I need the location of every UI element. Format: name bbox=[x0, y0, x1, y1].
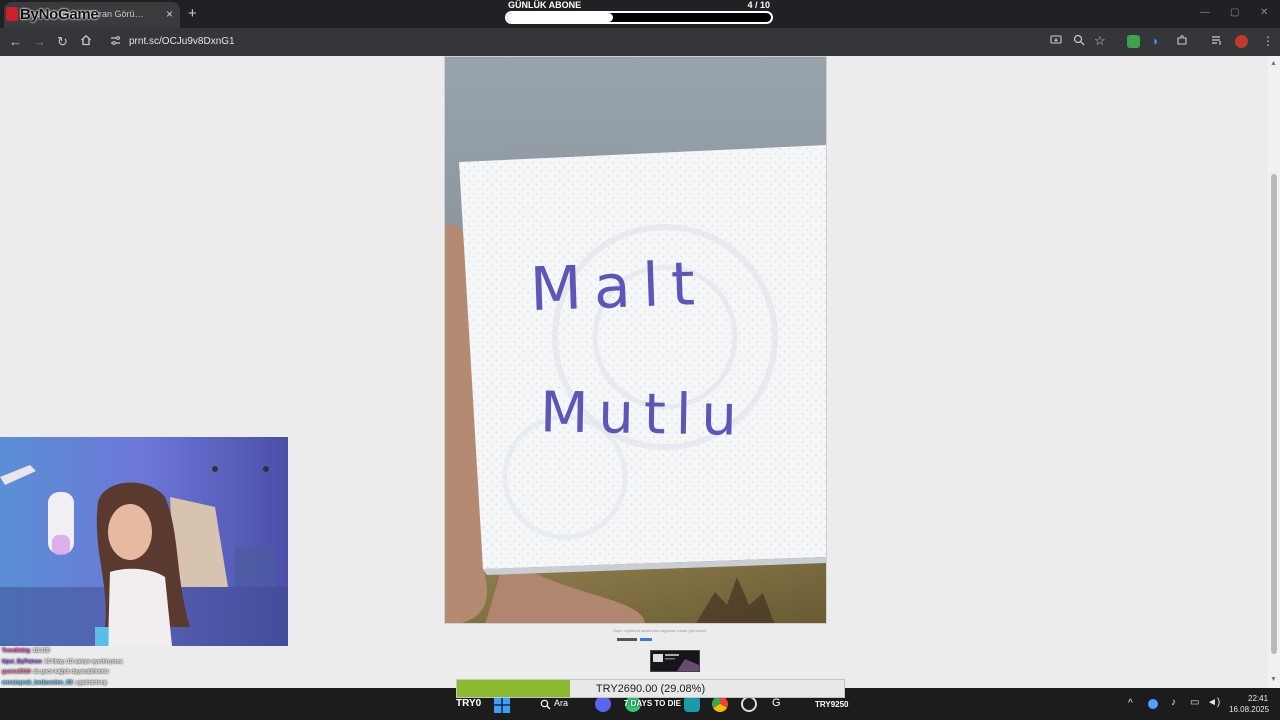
caption-link-left[interactable] bbox=[617, 638, 637, 641]
new-tab-icon[interactable]: + bbox=[188, 5, 197, 22]
goal-count: 4 / 10 bbox=[747, 0, 770, 10]
discord-icon[interactable] bbox=[595, 696, 611, 712]
taskbar-left-label: TRY0 bbox=[456, 698, 482, 709]
chat-text: : 18:100 bbox=[29, 648, 50, 654]
address-bar[interactable]: prnt.sc/OCJu9v8DxnG1 bbox=[104, 31, 1114, 53]
page-scrollbar[interactable]: ▲ ▼ bbox=[1268, 56, 1280, 688]
taskbar-app-label: 7 DAYS TO DIE bbox=[624, 699, 681, 708]
goal-label: GÜNLÜK ABONE bbox=[508, 0, 582, 10]
bynogame-mark-icon bbox=[6, 7, 18, 21]
home-icon[interactable] bbox=[80, 34, 92, 49]
clock-date[interactable]: 16.08.2025 bbox=[1229, 705, 1269, 714]
extension-audio-icon[interactable]: ◗ bbox=[1152, 34, 1159, 48]
donation-goal-bar: TRY2690.00 (29.08%) bbox=[456, 679, 845, 698]
photo-image bbox=[445, 57, 826, 623]
install-app-icon[interactable] bbox=[1050, 34, 1062, 49]
tray-network-app-icon[interactable] bbox=[1148, 699, 1158, 709]
webcam-image bbox=[0, 437, 288, 646]
reload-icon[interactable]: ↻ bbox=[57, 34, 68, 50]
lightshot-caption: Hayır Lightshot tarafından sağlanan ekra… bbox=[613, 628, 707, 633]
chrome-icon[interactable] bbox=[712, 696, 728, 712]
window-close-icon[interactable]: ✕ bbox=[1260, 7, 1268, 18]
minimize-icon[interactable]: — bbox=[1200, 7, 1210, 18]
taskbar-right-label: TRY9250 bbox=[815, 700, 849, 709]
bookmark-star-icon[interactable]: ☆ bbox=[1094, 33, 1106, 49]
forward-icon[interactable]: → bbox=[33, 34, 46, 49]
obs-icon[interactable] bbox=[741, 696, 757, 712]
menu-icon[interactable]: ⋮ bbox=[1262, 34, 1274, 48]
chat-text: : du gece kağıdı dayanabilirsiniz bbox=[30, 669, 109, 675]
chat-message: Upsi_ByPatron: 10 litrayı 10 saniye ayır… bbox=[2, 657, 302, 668]
zoom-icon[interactable] bbox=[1073, 34, 1085, 49]
goal-progress-fill bbox=[507, 13, 613, 22]
chat-message: Trendlebig: 18:100 bbox=[2, 646, 302, 657]
webcam-overlay bbox=[0, 437, 288, 646]
chat-username: Upsi_ByPatron bbox=[2, 658, 42, 665]
clock-time[interactable]: 22:41 bbox=[1248, 694, 1268, 703]
chat-message: enestoprak_bedaveden_68: ugashdchnqj bbox=[2, 678, 302, 689]
chat-username: gunes2010 bbox=[2, 669, 31, 675]
caption-link-right[interactable] bbox=[640, 638, 652, 641]
browser-toolbar: ← → ↻ prnt.sc/OCJu9v8DxnG1 ☆ ◗ ⋮ bbox=[0, 28, 1280, 56]
chat-username: enestoprak_bedaveden_68 bbox=[2, 679, 73, 686]
subscriber-goal: GÜNLÜK ABONE 4 / 10 bbox=[505, 0, 773, 26]
steam-icon[interactable] bbox=[684, 696, 700, 712]
scrollbar-thumb[interactable] bbox=[1271, 174, 1277, 654]
site-info-icon[interactable] bbox=[110, 35, 121, 49]
scroll-down-icon[interactable]: ▼ bbox=[1270, 676, 1277, 683]
tab-close-icon[interactable]: × bbox=[166, 7, 173, 21]
ad-banner-thumbnail[interactable] bbox=[650, 650, 700, 672]
extensions-icon[interactable] bbox=[1176, 34, 1188, 49]
media-control-icon[interactable] bbox=[1211, 34, 1223, 49]
goal-progress-bar bbox=[505, 11, 773, 24]
tray-expand-icon[interactable]: ^ bbox=[1128, 698, 1133, 709]
chat-username: Trendlebig bbox=[2, 648, 30, 654]
windows-start-icon[interactable] bbox=[494, 697, 510, 713]
donation-goal-text: TRY2690.00 (29.08%) bbox=[595, 683, 706, 695]
handwritten-line-2: Mutlu bbox=[539, 380, 748, 449]
screen: … tarafından Ekran Görü… × ByNoGame + GÜ… bbox=[0, 0, 1280, 720]
profile-avatar[interactable] bbox=[1235, 35, 1248, 48]
caption-links bbox=[617, 638, 653, 641]
display-icon[interactable]: ▭ bbox=[1190, 697, 1199, 708]
back-icon[interactable]: ← bbox=[9, 34, 22, 49]
microphone-icon[interactable]: ♪ bbox=[1171, 697, 1176, 708]
handwritten-line-1: Malt bbox=[528, 248, 708, 326]
bynogame-logo: ByNoGame bbox=[6, 6, 99, 23]
maximize-icon[interactable]: ▢ bbox=[1230, 7, 1239, 18]
chat-message: gunes2010: du gece kağıdı dayanabilirsin… bbox=[2, 667, 302, 678]
scroll-up-icon[interactable]: ▲ bbox=[1270, 60, 1277, 67]
screenshot-photo: Malt Mutlu bbox=[444, 56, 827, 624]
chat-text: : 10 litrayı 10 saniye ayırdırıyoruz bbox=[41, 658, 123, 665]
taskbar-search-icon bbox=[540, 697, 551, 715]
chat-text: : ugashdchnqj bbox=[72, 679, 107, 686]
taskbar-search-label: Ara bbox=[554, 698, 569, 708]
extension-shield-icon[interactable] bbox=[1127, 35, 1140, 48]
brand-text: ByNoGame bbox=[20, 6, 99, 23]
tab-bar: … tarafından Ekran Görü… × ByNoGame + GÜ… bbox=[0, 0, 1280, 28]
url-text: prnt.sc/OCJu9v8DxnG1 bbox=[129, 36, 235, 47]
volume-icon[interactable]: ◄) bbox=[1207, 697, 1220, 708]
g-hub-icon[interactable]: G bbox=[772, 697, 781, 709]
